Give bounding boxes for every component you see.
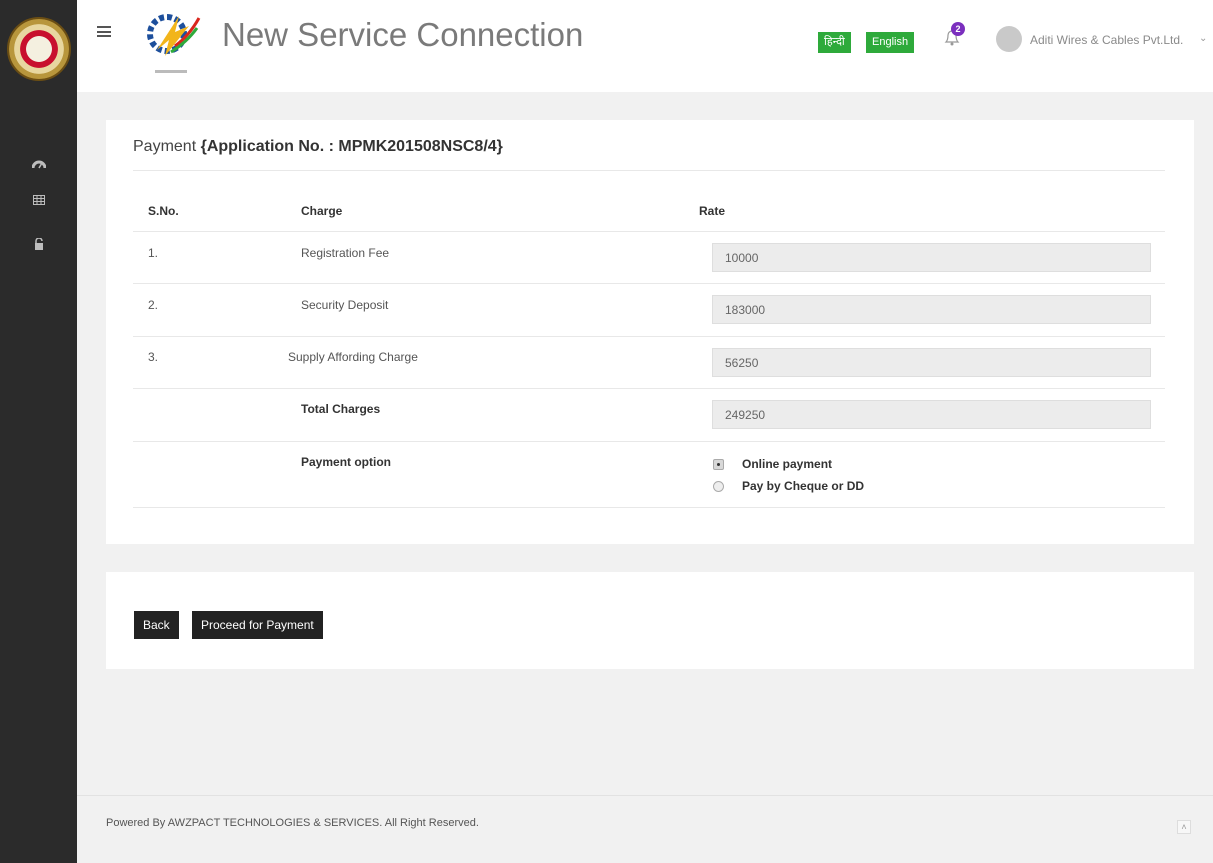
online-payment-label[interactable]: Online payment	[742, 457, 832, 471]
state-emblem-icon	[6, 17, 71, 81]
dashboard-icon[interactable]	[0, 152, 77, 174]
online-payment-radio[interactable]	[713, 458, 724, 470]
row-divider	[133, 388, 1165, 389]
row-sno: 3.	[148, 350, 159, 364]
unlock-icon[interactable]	[0, 233, 77, 255]
footer: Powered By AWZPACT TECHNOLOGIES & SERVIC…	[77, 795, 1213, 863]
action-panel: Back Proceed for Payment	[106, 572, 1194, 669]
payment-option-label: Payment option	[301, 455, 392, 469]
user-name[interactable]: Aditi Wires & Cables Pvt.Ltd.	[1030, 33, 1183, 47]
sidebar	[0, 0, 77, 863]
registration-fee-field[interactable]	[712, 243, 1151, 272]
avatar[interactable]	[996, 26, 1022, 52]
notification-badge: 2	[951, 22, 965, 36]
panel-title-prefix: Payment	[133, 138, 197, 155]
row-divider	[133, 336, 1165, 337]
lightning-gear-logo-icon	[145, 6, 205, 80]
hamburger-menu-icon[interactable]	[97, 26, 111, 37]
chevron-down-icon[interactable]: ⌄	[1199, 33, 1207, 44]
row-sno: 1.	[148, 246, 159, 260]
cheque-dd-option[interactable]: Pay by Cheque or DD	[713, 479, 864, 493]
emblem-container	[0, 0, 77, 98]
footer-text: Powered By AWZPACT TECHNOLOGIES & SERVIC…	[106, 817, 479, 829]
cheque-dd-radio[interactable]	[713, 480, 724, 492]
application-number: {Application No. : MPMK201508NSC8/4}	[200, 138, 503, 155]
english-language-button[interactable]: English	[866, 32, 915, 53]
row-divider	[133, 283, 1165, 284]
online-payment-option[interactable]: Online payment	[713, 457, 832, 471]
security-deposit-field[interactable]	[712, 295, 1151, 324]
column-header-sno: S.No.	[148, 204, 179, 218]
total-charges-label: Total Charges	[301, 402, 381, 416]
hindi-language-button[interactable]: हिन्दी	[818, 32, 851, 53]
row-charge: Security Deposit	[301, 298, 389, 312]
row-charge: Registration Fee	[301, 246, 390, 260]
column-header-rate: Rate	[699, 204, 726, 218]
row-divider	[133, 507, 1165, 508]
row-divider	[133, 441, 1165, 442]
row-charge: Supply Affording Charge	[288, 350, 418, 364]
supply-affording-charge-field[interactable]	[712, 348, 1151, 377]
cheque-dd-label[interactable]: Pay by Cheque or DD	[742, 479, 864, 493]
top-bar: New Service Connection हिन्दी English 2 …	[77, 0, 1213, 92]
proceed-payment-button[interactable]: Proceed for Payment	[192, 611, 323, 639]
payment-panel: Payment {Application No. : MPMK201508NSC…	[106, 120, 1194, 544]
back-button[interactable]: Back	[134, 611, 179, 639]
row-divider	[133, 231, 1165, 232]
panel-title: Payment {Application No. : MPMK201508NSC…	[133, 138, 503, 156]
column-header-charge: Charge	[301, 204, 343, 218]
total-charges-field[interactable]	[712, 400, 1151, 429]
row-sno: 2.	[148, 298, 159, 312]
title-divider	[133, 170, 1165, 171]
page-title: New Service Connection	[222, 16, 584, 53]
scroll-to-top-icon[interactable]: ˄	[1177, 820, 1191, 834]
table-icon[interactable]	[0, 189, 77, 211]
